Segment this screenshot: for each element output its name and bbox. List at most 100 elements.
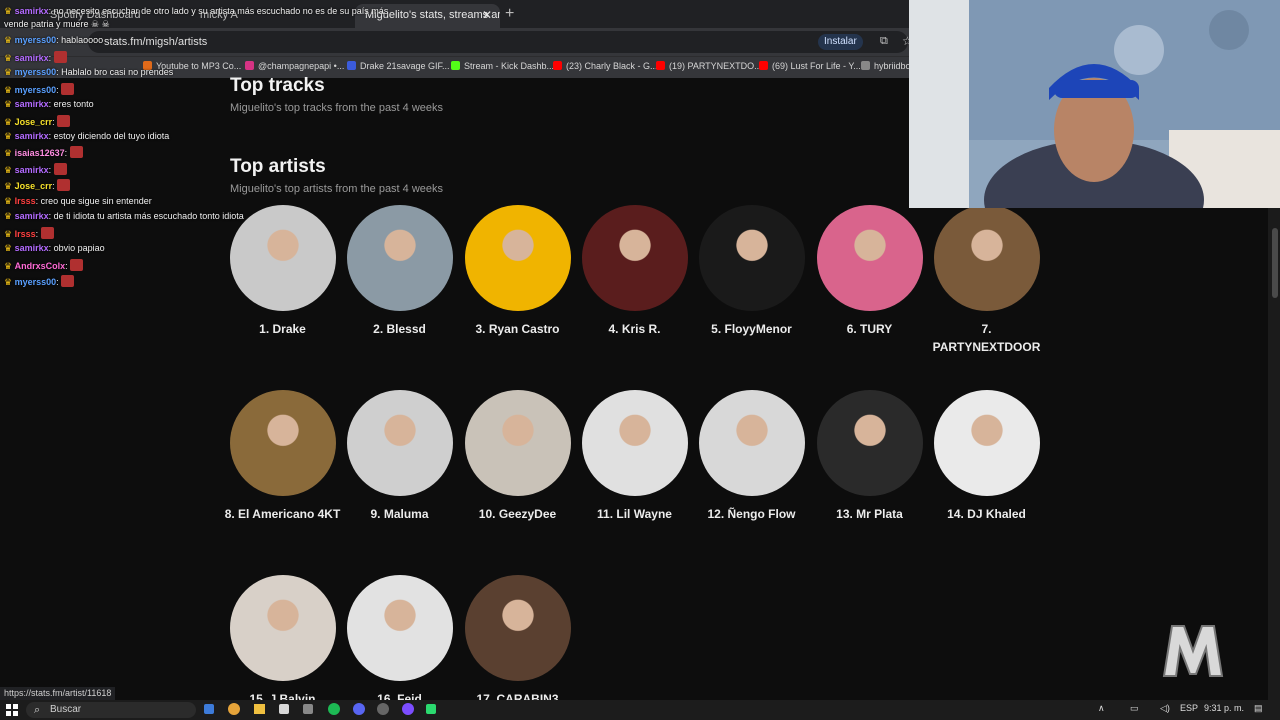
taskbar-search-input[interactable]: ⌕ Buscar [26, 702, 196, 718]
artist-name[interactable]: 10. GeezyDee [459, 505, 576, 523]
chat-username: myerss00 [14, 277, 57, 287]
artist-name[interactable]: 13. Mr Plata [811, 505, 928, 523]
artist-name[interactable]: 4. Kris R. [576, 320, 693, 338]
spotify-icon[interactable] [328, 703, 340, 715]
clock[interactable]: 9:31 p. m. [1204, 703, 1244, 713]
discord-icon[interactable] [353, 703, 365, 715]
chat-username: myerss00 [14, 35, 57, 45]
bookmark-label: Drake 21savage GIF... [360, 61, 450, 71]
artist-avatar[interactable] [346, 575, 453, 681]
artist-name[interactable]: 14. DJ Khaled [928, 505, 1045, 523]
artist-card[interactable]: 17. CARABIN3 [459, 575, 576, 708]
new-tab-icon[interactable]: + [505, 4, 514, 24]
chat-message: ♛ Irsss: creo que sigue sin entender [4, 196, 152, 207]
app-icon[interactable] [426, 704, 436, 714]
app-icon[interactable] [204, 704, 214, 714]
artist-avatar[interactable] [229, 390, 336, 496]
artist-card[interactable]: 7. PARTYNEXTDOOR [928, 205, 1045, 356]
artist-card[interactable]: 9. Maluma [341, 390, 458, 523]
bookmark-item[interactable]: (69) Lust For Life - Y... [759, 61, 861, 71]
close-icon[interactable]: ✕ [482, 4, 492, 26]
artist-name[interactable]: 12. Ñengo Flow [693, 505, 810, 523]
artist-name[interactable]: 11. Lil Wayne [576, 505, 693, 523]
artist-card[interactable]: 10. GeezyDee [459, 390, 576, 523]
artist-avatar[interactable] [346, 205, 453, 311]
artist-avatar[interactable] [229, 575, 336, 681]
artist-card[interactable]: 8. El Americano 4KT [224, 390, 341, 523]
artist-name[interactable]: 2. Blessd [341, 320, 458, 338]
app-icon[interactable] [377, 703, 389, 715]
chrome-icon[interactable] [228, 703, 240, 715]
artist-name[interactable]: 6. TURY [811, 320, 928, 338]
artist-avatar[interactable] [229, 205, 336, 311]
chat-separator: : [48, 165, 54, 175]
bookmark-item[interactable]: hybriidbo [861, 61, 911, 71]
artist-avatar[interactable] [933, 390, 1040, 496]
emote-icon [40, 227, 54, 239]
artist-card[interactable]: 11. Lil Wayne [576, 390, 693, 523]
artist-card[interactable]: 12. Ñengo Flow [693, 390, 810, 523]
artist-card[interactable]: 15. J Balvin [224, 575, 341, 708]
artist-avatar[interactable] [464, 205, 571, 311]
artist-avatar[interactable] [698, 205, 805, 311]
artist-card[interactable]: 6. TURY [811, 205, 928, 338]
chevron-up-icon[interactable]: ∧ [1098, 703, 1105, 714]
crown-badge-icon: ♛ [4, 261, 15, 271]
artist-card[interactable]: 13. Mr Plata [811, 390, 928, 523]
bookmark-label: (69) Lust For Life - Y... [772, 61, 861, 71]
artist-card[interactable]: 4. Kris R. [576, 205, 693, 338]
notification-icon[interactable]: ▤ [1254, 703, 1263, 714]
scroll-thumb[interactable] [1272, 228, 1278, 298]
bookmark-item[interactable]: (19) PARTYNEXTDO... [656, 61, 762, 71]
artist-avatar[interactable] [816, 205, 923, 311]
bookmark-label: Stream - Kick Dashb... [464, 61, 555, 71]
chat-username: samirkx [14, 53, 49, 63]
bookmark-item[interactable]: Stream - Kick Dashb... [451, 61, 554, 71]
artist-avatar[interactable] [698, 390, 805, 496]
artist-name[interactable]: 9. Maluma [341, 505, 458, 523]
network-icon[interactable]: ▭ [1130, 703, 1139, 714]
translate-icon[interactable]: ⧉ [880, 35, 888, 48]
windows-start-icon[interactable] [6, 703, 18, 716]
artist-card[interactable]: 3. Ryan Castro [459, 205, 576, 338]
artist-avatar[interactable] [581, 390, 688, 496]
bookmark-item[interactable]: Drake 21savage GIF... [347, 61, 450, 71]
chat-username: samirkx [14, 165, 49, 175]
artist-name[interactable]: 7. PARTYNEXTDOOR [928, 320, 1045, 356]
artist-avatar[interactable] [464, 575, 571, 681]
artist-avatar[interactable] [581, 205, 688, 311]
artist-name[interactable]: 1. Drake [224, 320, 341, 338]
artist-avatar[interactable] [816, 390, 923, 496]
artist-name[interactable]: 5. FloyyMenor [693, 320, 810, 338]
artist-card[interactable]: 16. Feid [341, 575, 458, 708]
bookmark-item[interactable]: @champagnepapi •... [245, 61, 344, 71]
artist-card[interactable]: 5. FloyyMenor [693, 205, 810, 338]
crown-badge-icon: ♛ [4, 165, 15, 175]
link-status-url: https://stats.fm/artist/11618 [0, 687, 116, 700]
page-scrollbar[interactable] [1268, 208, 1280, 700]
volume-icon[interactable]: ◁) [1160, 703, 1170, 714]
language-indicator[interactable]: ESP [1180, 703, 1198, 713]
chat-text: creo que sigue sin entender [40, 196, 152, 206]
artist-name[interactable]: 3. Ryan Castro [459, 320, 576, 338]
folder-icon[interactable] [254, 704, 265, 714]
app-icon[interactable] [402, 703, 414, 715]
crown-badge-icon: ♛ [4, 131, 15, 141]
artist-card[interactable]: 14. DJ Khaled [928, 390, 1045, 523]
url-input[interactable]: stats.fm/migsh/artists [88, 31, 908, 53]
emote-icon [69, 146, 83, 158]
instagram-icon [245, 61, 254, 70]
gif-icon [347, 61, 356, 70]
emote-icon [57, 179, 71, 191]
artist-avatar[interactable] [933, 205, 1040, 311]
install-button[interactable]: Instalar [818, 34, 863, 50]
webcam-feed [909, 0, 1280, 208]
bookmark-item[interactable]: (23) Charly Black - G... [553, 61, 658, 71]
artist-card[interactable]: 2. Blessd [341, 205, 458, 338]
artist-name[interactable]: 8. El Americano 4KT [224, 505, 341, 523]
app-icon[interactable] [279, 704, 289, 714]
artist-avatar[interactable] [464, 390, 571, 496]
app-icon[interactable] [303, 704, 313, 714]
artist-avatar[interactable] [346, 390, 453, 496]
artist-card[interactable]: 1. Drake [224, 205, 341, 338]
